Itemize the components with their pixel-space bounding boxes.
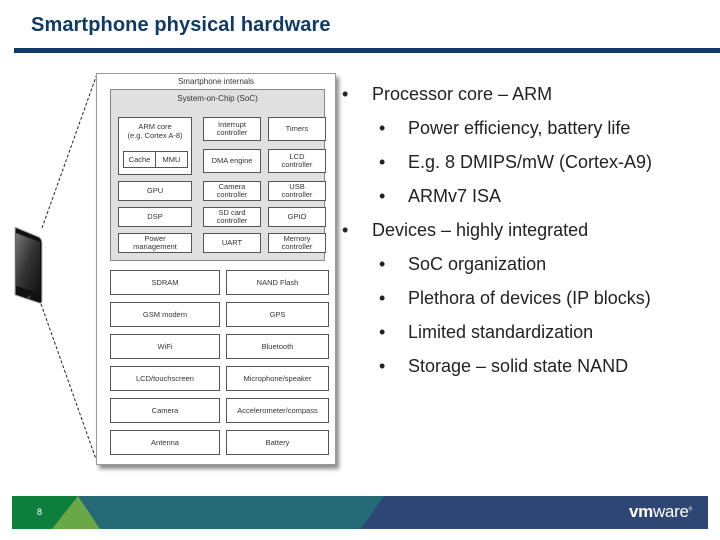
sd-card-controller-block: SD card controller [203,207,261,227]
bullet-icon: • [379,152,386,172]
peripheral-block: Accelerometer/compass [226,398,329,423]
arm-core-block: ARM core (e.g. Cortex A-8) Cache MMU [118,117,192,175]
peripheral-block: Bluetooth [226,334,329,359]
bullet-icon: • [379,288,386,308]
usb-controller-block: USB controller [268,181,326,201]
callout-line-bottom [40,303,98,463]
uart-block: UART [203,233,261,253]
camera-controller-block: Camera controller [203,181,261,201]
peripheral-block: Microphone/speaker [226,366,329,391]
footer-band: 8 vmware® [12,496,708,529]
peripheral-block: LCD/touchscreen [110,366,220,391]
vmware-logo: vmware® [628,502,692,521]
peripheral-block: SDRAM [110,270,220,295]
bullet-icon: • [379,186,386,206]
bullet-icon: • [379,254,386,274]
peripheral-block: NAND Flash [226,270,329,295]
mmu-block: MMU [155,151,188,168]
footer-graphic [12,496,708,529]
timers-block: Timers [268,117,326,141]
peripheral-block: Camera [110,398,220,423]
peripheral-block: WiFi [110,334,220,359]
callout-line-top [41,73,98,229]
peripheral-block: Antenna [110,430,220,455]
peripheral-block: GPS [226,302,329,327]
gpio-block: GPIO [268,207,326,227]
bullet-icon: • [379,322,386,342]
peripheral-block: Battery [226,430,329,455]
interrupt-controller-block: Interrupt controller [203,117,261,141]
gpu-block: GPU [118,181,192,201]
dsp-block: DSP [118,207,192,227]
memory-controller-block: Memory controller [268,233,326,253]
page-number: 8 [37,507,43,517]
soc-title: System-on-Chip (SoC) [177,94,258,103]
diagram-title: Smartphone internals [177,77,255,86]
dma-engine-block: DMA engine [203,149,261,173]
soc-group: System-on-Chip (SoC) ARM core (e.g. Cort… [110,89,326,261]
arm-core-label: ARM core (e.g. Cortex A-8) [127,122,183,140]
bullet-icon: • [379,356,386,376]
bullet-icon: • [342,84,349,104]
cache-block: Cache [123,151,156,168]
lcd-controller-block: LCD controller [268,149,326,173]
bullet-icon: • [342,220,349,240]
power-management-block: Power management [118,233,192,253]
smartphone-icon [14,226,43,304]
bullet-icon: • [379,118,386,138]
peripheral-block: GSM modem [110,302,220,327]
smartphone-internals-diagram: Smartphone internals System-on-Chip (SoC… [96,73,336,465]
